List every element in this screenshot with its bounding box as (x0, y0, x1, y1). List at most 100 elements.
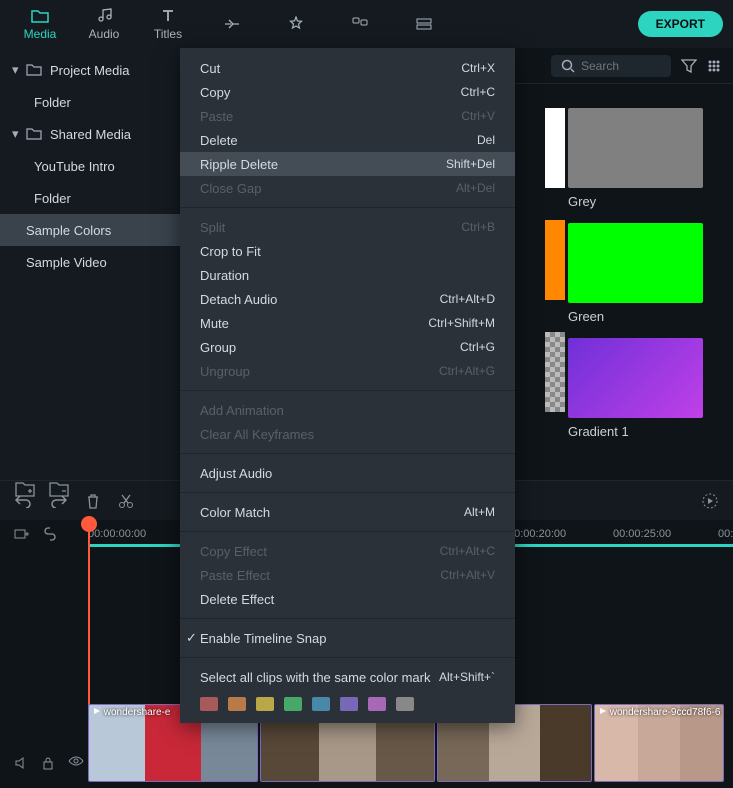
menu-label: Delete (200, 133, 477, 148)
menu-separator (180, 390, 515, 391)
menu-item[interactable]: Ripple DeleteShift+Del (180, 152, 515, 176)
redo-button[interactable] (50, 494, 68, 508)
elements-icon (352, 15, 368, 33)
grid-icon[interactable] (707, 59, 721, 73)
color-swatch[interactable]: Green (568, 223, 703, 324)
menu-shortcut: Ctrl+C (461, 85, 495, 99)
tab-effects[interactable] (266, 2, 326, 46)
tab-split[interactable] (394, 2, 454, 46)
color-mark[interactable] (396, 697, 414, 711)
menu-label: Copy Effect (200, 544, 440, 559)
tab-elements[interactable] (330, 2, 390, 46)
sidebar-item[interactable]: Sample Colors(15 (0, 214, 210, 246)
color-swatch[interactable]: Gradient 1 (568, 338, 703, 439)
tab-label: Media (24, 27, 57, 41)
tab-media[interactable]: Media (10, 2, 70, 46)
menu-item: UngroupCtrl+Alt+G (180, 359, 515, 383)
sidebar-item[interactable]: Folder(8 (0, 86, 210, 118)
tab-titles[interactable]: Titles (138, 2, 198, 46)
sidebar-item[interactable]: Sample Video(20 (0, 246, 210, 278)
chevron-down-icon: ▾ (12, 62, 26, 78)
filter-icon[interactable] (681, 59, 697, 73)
color-swatch-partial[interactable] (545, 332, 565, 412)
tree-label: Sample Video (26, 255, 179, 270)
menu-separator (180, 207, 515, 208)
tree-label: Folder (34, 191, 186, 206)
color-mark[interactable] (284, 697, 302, 711)
sidebar: ▾Project Media(0Folder(8▾Shared Media(1Y… (0, 48, 210, 480)
color-mark[interactable] (312, 697, 330, 711)
mute-track-button[interactable] (14, 756, 28, 770)
menu-shortcut: Ctrl+V (461, 109, 495, 123)
menu-item[interactable]: MuteCtrl+Shift+M (180, 311, 515, 335)
menu-item[interactable]: Delete Effect (180, 587, 515, 611)
menu-shortcut: Ctrl+B (461, 220, 495, 234)
tree-label: Folder (34, 95, 186, 110)
sidebar-item[interactable]: ▾Project Media(0 (0, 54, 210, 86)
menu-label: Close Gap (200, 181, 456, 196)
menu-shortcut: Ctrl+X (461, 61, 495, 75)
menu-item[interactable]: Adjust Audio (180, 461, 515, 485)
menu-label: Ripple Delete (200, 157, 446, 172)
folder-icon (31, 7, 49, 25)
sidebar-item[interactable]: YouTube Intro(1 (0, 150, 210, 182)
tab-label: Titles (154, 27, 182, 41)
menu-item[interactable]: Color MatchAlt+M (180, 500, 515, 524)
export-button[interactable]: EXPORT (638, 11, 723, 37)
link-button[interactable] (42, 527, 58, 541)
color-mark[interactable] (368, 697, 386, 711)
folder-icon (26, 128, 44, 140)
menu-item[interactable]: CutCtrl+X (180, 56, 515, 80)
color-mark[interactable] (340, 697, 358, 711)
menu-item[interactable]: Duration (180, 263, 515, 287)
search-icon (561, 59, 575, 73)
timeline-clip[interactable]: wondershare-9ccd78f6-6 (594, 704, 724, 782)
menu-shortcut: Ctrl+Alt+V (440, 568, 495, 582)
menu-item[interactable]: ✓Enable Timeline Snap (180, 626, 515, 650)
menu-item[interactable]: DeleteDel (180, 128, 515, 152)
menu-label: Enable Timeline Snap (200, 631, 495, 646)
color-swatch-partial[interactable] (545, 220, 565, 300)
menu-label: Group (200, 340, 460, 355)
timecode-label: 00:00:25:00 (613, 528, 671, 540)
search-field[interactable] (581, 59, 651, 73)
color-mark[interactable] (256, 697, 274, 711)
menu-shortcut: Ctrl+Alt+G (439, 364, 495, 378)
split-button[interactable] (118, 493, 134, 509)
menu-label: Color Match (200, 505, 464, 520)
color-mark[interactable] (228, 697, 246, 711)
menu-item[interactable]: CopyCtrl+C (180, 80, 515, 104)
sidebar-item[interactable]: Folder(0 (0, 182, 210, 214)
menu-label: Clear All Keyframes (200, 427, 495, 442)
timeline-settings-icon[interactable] (701, 492, 719, 510)
menu-item[interactable]: Detach AudioCtrl+Alt+D (180, 287, 515, 311)
color-mark[interactable] (200, 697, 218, 711)
sidebar-item[interactable]: ▾Shared Media(1 (0, 118, 210, 150)
menu-separator (180, 618, 515, 619)
lock-track-button[interactable] (42, 756, 54, 770)
tab-transitions[interactable] (202, 2, 262, 46)
delete-button[interactable] (86, 493, 100, 509)
menu-shortcut: Del (477, 133, 495, 147)
split-icon (416, 15, 432, 33)
add-marker-button[interactable] (14, 527, 30, 541)
text-icon (161, 7, 175, 25)
menu-label: Cut (200, 61, 461, 76)
menu-item: PasteCtrl+V (180, 104, 515, 128)
undo-button[interactable] (14, 494, 32, 508)
menu-item[interactable]: Select all clips with the same color mar… (180, 665, 515, 689)
music-icon (96, 7, 112, 25)
visibility-track-button[interactable] (68, 756, 84, 770)
search-input[interactable] (551, 55, 671, 77)
tab-audio[interactable]: Audio (74, 2, 134, 46)
color-swatch-partial[interactable] (545, 108, 565, 188)
color-swatch[interactable]: Grey (568, 108, 703, 209)
menu-item: Copy EffectCtrl+Alt+C (180, 539, 515, 563)
menu-item: Close GapAlt+Del (180, 176, 515, 200)
menu-label: Adjust Audio (200, 466, 495, 481)
clip-label: wondershare-9ccd78f6-6 (599, 707, 720, 718)
menu-item[interactable]: Crop to Fit (180, 239, 515, 263)
menu-separator (180, 657, 515, 658)
menu-item[interactable]: GroupCtrl+G (180, 335, 515, 359)
track-controls (0, 756, 84, 770)
